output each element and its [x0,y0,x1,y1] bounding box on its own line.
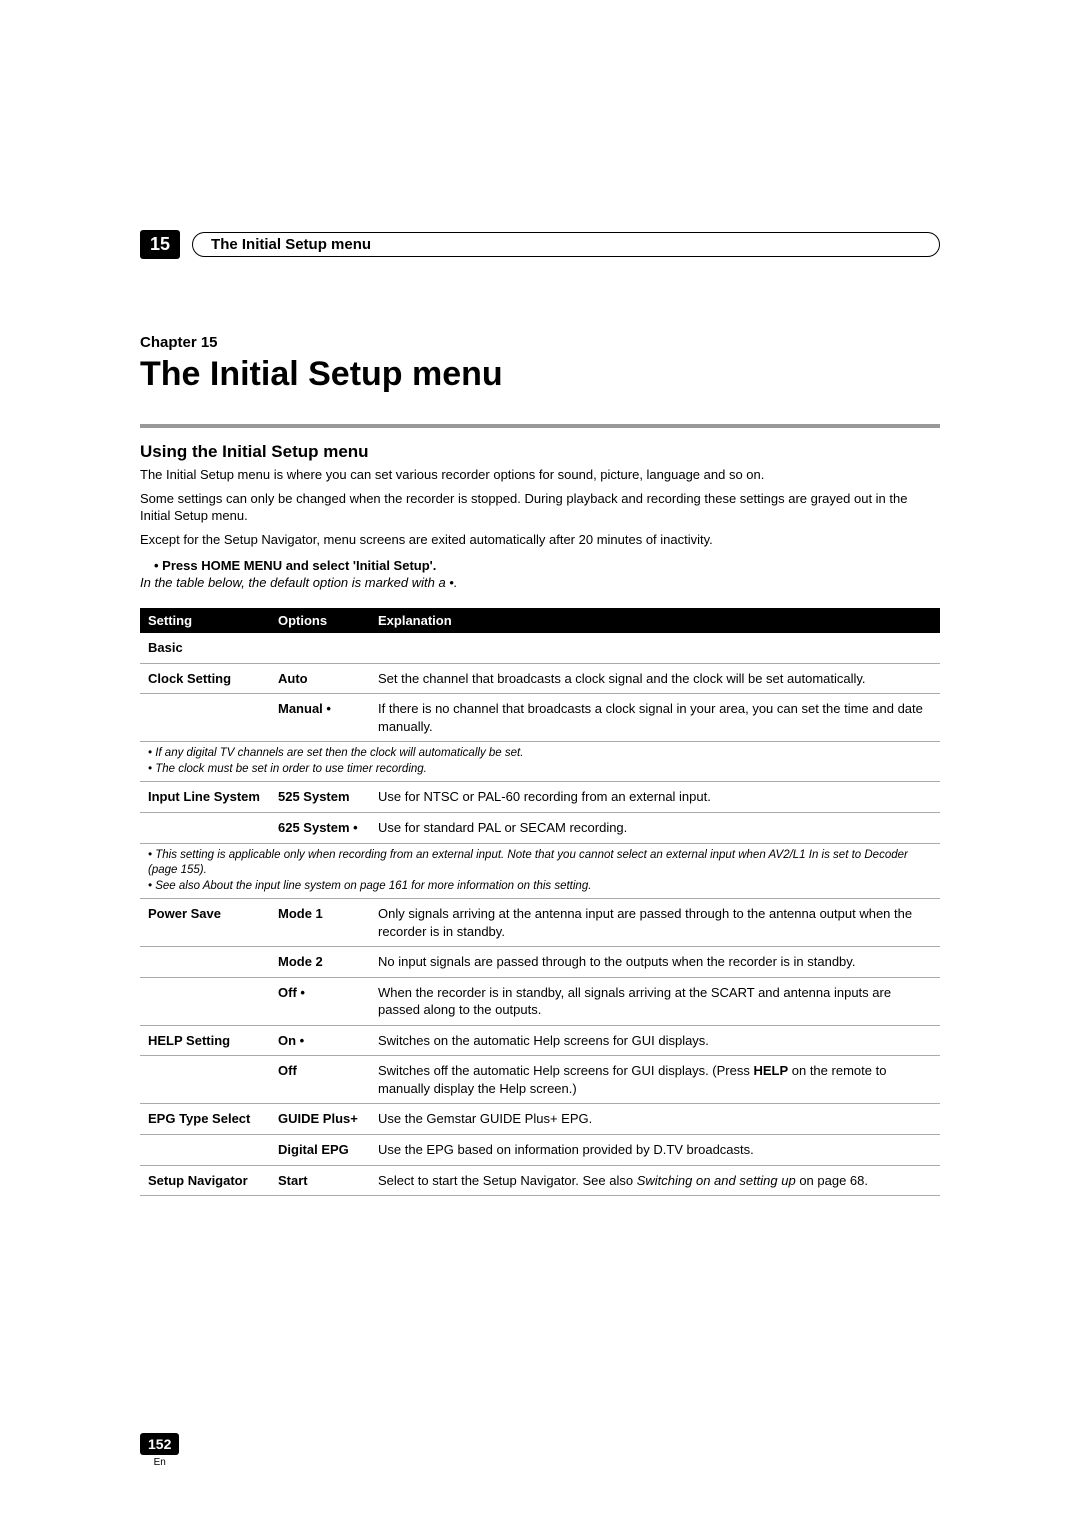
manual-page: 15 The Initial Setup menu Chapter 15 The… [0,0,1080,1528]
row-powersave-mode2: Mode 2 No input signals are passed throu… [140,947,940,978]
row-clock-note: • If any digital TV channels are set the… [140,742,940,782]
table-header-row: Setting Options Explanation [140,608,940,633]
chapter-number-badge: 15 [140,230,180,259]
row-ils-625: 625 System • Use for standard PAL or SEC… [140,812,940,843]
nav-post: on page 68. [796,1173,868,1188]
group-basic: Basic [140,633,940,663]
cell-option: Manual • [270,694,370,742]
cell-setting [140,694,270,742]
row-help-off: Off Switches off the automatic Help scre… [140,1056,940,1104]
row-ils-525: Input Line System 525 System Use for NTS… [140,782,940,813]
row-ils-note: • This setting is applicable only when r… [140,843,940,899]
row-setup-navigator: Setup Navigator Start Select to start th… [140,1165,940,1196]
cell-explanation: Use for standard PAL or SECAM recording. [370,812,940,843]
cell-option: Mode 1 [270,899,370,947]
row-clock-auto: Clock Setting Auto Set the channel that … [140,663,940,694]
cell-setting: Setup Navigator [140,1165,270,1196]
cell-setting [140,1134,270,1165]
cell-explanation: Switches off the automatic Help screens … [370,1056,940,1104]
chapter-label: Chapter 15 [140,334,940,351]
cell-option: Mode 2 [270,947,370,978]
cell-explanation: If there is no channel that broadcasts a… [370,694,940,742]
language-label: En [140,1457,179,1468]
page-number: 152 [140,1433,179,1455]
help-off-bold: HELP [753,1063,788,1078]
nav-pre: Select to start the Setup Navigator. See… [378,1173,637,1188]
cell-explanation: Use the Gemstar GUIDE Plus+ EPG. [370,1104,940,1135]
cell-explanation: When the recorder is in standby, all sig… [370,977,940,1025]
intro-paragraph-1: The Initial Setup menu is where you can … [140,466,940,484]
cell-setting: HELP Setting [140,1025,270,1056]
instruction-bullet: • Press HOME MENU and select 'Initial Se… [140,558,940,573]
cell-setting: Input Line System [140,782,270,813]
row-epg-digital: Digital EPG Use the EPG based on informa… [140,1134,940,1165]
page-header: 15 The Initial Setup menu [140,230,940,259]
cell-option: 525 System [270,782,370,813]
col-explanation: Explanation [370,608,940,633]
chapter-title: The Initial Setup menu [140,355,940,394]
note-line-b: • The clock must be set in order to use … [148,763,427,775]
row-epg-guideplus: EPG Type Select GUIDE Plus+ Use the Gems… [140,1104,940,1135]
col-setting: Setting [140,608,270,633]
note-cell: • This setting is applicable only when r… [140,843,940,899]
row-powersave-mode1: Power Save Mode 1 Only signals arriving … [140,899,940,947]
note-cell: • If any digital TV channels are set the… [140,742,940,782]
page-footer: 152 En [140,1433,179,1468]
cell-option: Auto [270,663,370,694]
cell-explanation: Use for NTSC or PAL-60 recording from an… [370,782,940,813]
cell-option: GUIDE Plus+ [270,1104,370,1135]
note-line-a: • This setting is applicable only when r… [148,849,908,877]
note-line-b: • See also About the input line system o… [148,880,591,892]
cell-setting [140,947,270,978]
cell-option: Digital EPG [270,1134,370,1165]
cell-explanation: Use the EPG based on information provide… [370,1134,940,1165]
divider [140,424,940,428]
cell-setting [140,1056,270,1104]
intro-paragraph-2: Some settings can only be changed when t… [140,490,940,525]
help-off-pre: Switches off the automatic Help screens … [378,1063,753,1078]
cell-setting: Power Save [140,899,270,947]
cell-option: Start [270,1165,370,1196]
nav-italic: Switching on and setting up [637,1173,796,1188]
cell-setting [140,812,270,843]
row-powersave-off: Off • When the recorder is in standby, a… [140,977,940,1025]
col-options: Options [270,608,370,633]
note-line-a: • If any digital TV channels are set the… [148,747,523,759]
cell-option: Off • [270,977,370,1025]
cell-explanation: Only signals arriving at the antenna inp… [370,899,940,947]
group-label: Basic [140,633,940,663]
cell-option: On • [270,1025,370,1056]
section-title: Using the Initial Setup menu [140,442,940,462]
cell-explanation: Set the channel that broadcasts a clock … [370,663,940,694]
cell-setting [140,977,270,1025]
row-help-on: HELP Setting On • Switches on the automa… [140,1025,940,1056]
cell-explanation: Switches on the automatic Help screens f… [370,1025,940,1056]
cell-explanation: Select to start the Setup Navigator. See… [370,1165,940,1196]
default-note: In the table below, the default option i… [140,575,940,590]
cell-option: 625 System • [270,812,370,843]
intro-paragraph-3: Except for the Setup Navigator, menu scr… [140,531,940,549]
chapter-pill-title: The Initial Setup menu [192,232,940,257]
row-clock-manual: Manual • If there is no channel that bro… [140,694,940,742]
cell-explanation: No input signals are passed through to t… [370,947,940,978]
cell-setting: Clock Setting [140,663,270,694]
cell-option: Off [270,1056,370,1104]
cell-setting: EPG Type Select [140,1104,270,1135]
settings-table: Setting Options Explanation Basic Clock … [140,608,940,1196]
